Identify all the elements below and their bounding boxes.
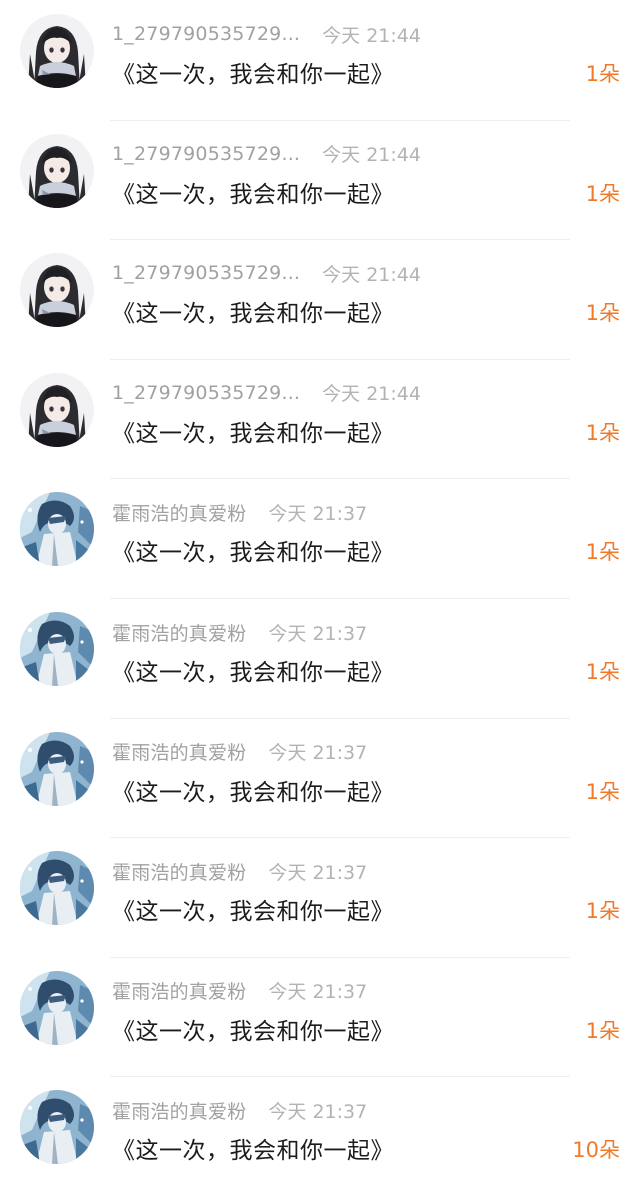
row-divider [110, 358, 570, 360]
message-text: 《这一次，我会和你一起》 [112, 660, 394, 686]
timestamp: 今天 21:37 [268, 1100, 368, 1123]
blue-anime-avatar [20, 970, 94, 1045]
timestamp: 今天 21:37 [268, 502, 368, 525]
gift-count: 1朵 [585, 420, 620, 445]
gift-count: 1朵 [585, 899, 620, 924]
list-item[interactable]: 霍雨浩的真爱粉 今天 21:37 《这一次，我会和你一起》 1朵 [0, 717, 640, 838]
timestamp: 今天 21:44 [322, 144, 421, 167]
username[interactable]: 霍雨浩的真爱粉 [112, 977, 246, 1004]
gift-count: 1朵 [585, 62, 620, 86]
timestamp: 今天 21:37 [268, 622, 368, 645]
list-item[interactable]: 霍雨浩的真爱粉 今天 21:37 《这一次，我会和你一起》 1朵 [0, 478, 640, 598]
username[interactable]: 霍雨浩的真爱粉 [112, 858, 246, 885]
gift-count: 1朵 [585, 660, 620, 684]
blue-anime-avatar [20, 492, 94, 567]
avatar[interactable] [20, 253, 94, 328]
timestamp: 今天 21:44 [322, 383, 421, 406]
row-divider [110, 837, 570, 839]
list-item[interactable]: 1_279790535729... 今天 21:44 《这一次，我会和你一起》 … [0, 239, 640, 359]
timestamp: 今天 21:44 [322, 24, 421, 47]
message-text: 《这一次，我会和你一起》 [112, 1018, 394, 1045]
row-divider [110, 1076, 570, 1078]
username[interactable]: 1_279790535729... [112, 382, 300, 404]
timestamp: 今天 21:37 [268, 981, 368, 1004]
list-item[interactable]: 1_279790535729... 今天 21:44 《这一次，我会和你一起》 … [0, 0, 640, 120]
message-text: 《这一次，我会和你一起》 [112, 420, 394, 447]
username[interactable]: 霍雨浩的真爱粉 [112, 1097, 246, 1124]
username[interactable]: 1_279790535729... [112, 23, 300, 45]
avatar[interactable] [20, 372, 94, 447]
gift-record-list: 1_279790535729... 今天 21:44 《这一次，我会和你一起》 … [0, 0, 640, 1173]
gift-count: 1朵 [585, 1018, 620, 1043]
blue-anime-avatar [20, 731, 94, 806]
row-divider [110, 478, 570, 480]
meta-line: 1_279790535729... 今天 21:44 [112, 259, 421, 287]
blue-anime-avatar [20, 851, 94, 926]
gift-count: 10朵 [572, 1138, 620, 1163]
message-text: 《这一次，我会和你一起》 [112, 540, 394, 567]
message-text: 《这一次，我会和你一起》 [112, 301, 394, 328]
avatar[interactable] [20, 970, 94, 1045]
meta-line: 霍雨浩的真爱粉 今天 21:37 [112, 498, 367, 526]
meta-line: 1_279790535729... 今天 21:44 [112, 140, 421, 168]
avatar[interactable] [20, 851, 94, 926]
list-item[interactable]: 1_279790535729... 今天 21:44 《这一次，我会和你一起》 … [0, 358, 640, 479]
meta-line: 霍雨浩的真爱粉 今天 21:37 [112, 977, 367, 1005]
avatar[interactable] [20, 14, 94, 88]
timestamp: 今天 21:37 [268, 861, 368, 884]
blue-anime-avatar [20, 1090, 94, 1165]
dark-hair-girl-avatar [20, 133, 94, 208]
list-item[interactable]: 霍雨浩的真爱粉 今天 21:37 《这一次，我会和你一起》 1朵 [0, 837, 640, 957]
message-text: 《这一次，我会和你一起》 [112, 899, 394, 926]
avatar[interactable] [20, 133, 94, 208]
row-divider [110, 717, 570, 719]
meta-line: 1_279790535729... 今天 21:44 [112, 379, 421, 407]
row-divider [110, 119, 570, 121]
row-divider [110, 598, 570, 599]
username[interactable]: 霍雨浩的真爱粉 [112, 499, 246, 526]
avatar[interactable] [20, 612, 94, 686]
list-item[interactable]: 霍雨浩的真爱粉 今天 21:37 《这一次，我会和你一起》 1朵 [0, 598, 640, 718]
meta-line: 1_279790535729... 今天 21:44 [112, 20, 421, 48]
gift-count: 1朵 [585, 301, 620, 326]
timestamp: 今天 21:37 [268, 742, 368, 765]
gift-count: 1朵 [585, 779, 620, 804]
message-text: 《这一次，我会和你一起》 [112, 1138, 394, 1165]
row-divider [110, 239, 570, 241]
message-text: 《这一次，我会和你一起》 [112, 181, 394, 208]
username[interactable]: 1_279790535729... [112, 143, 300, 165]
meta-line: 霍雨浩的真爱粉 今天 21:37 [112, 738, 367, 766]
list-item[interactable]: 霍雨浩的真爱粉 今天 21:37 《这一次，我会和你一起》 10朵 [0, 1076, 640, 1196]
gift-count: 1朵 [585, 540, 620, 565]
username[interactable]: 霍雨浩的真爱粉 [112, 619, 246, 646]
username[interactable]: 霍雨浩的真爱粉 [112, 738, 246, 765]
dark-hair-girl-avatar [20, 372, 94, 447]
avatar[interactable] [20, 492, 94, 567]
message-text: 《这一次，我会和你一起》 [112, 62, 394, 88]
message-text: 《这一次，我会和你一起》 [112, 779, 394, 806]
list-item[interactable]: 霍雨浩的真爱粉 今天 21:37 《这一次，我会和你一起》 1朵 [0, 956, 640, 1077]
username[interactable]: 1_279790535729... [112, 262, 300, 284]
meta-line: 霍雨浩的真爱粉 今天 21:37 [112, 618, 367, 646]
timestamp: 今天 21:44 [322, 263, 421, 286]
row-divider [110, 956, 570, 958]
gift-count: 1朵 [585, 181, 620, 206]
avatar[interactable] [20, 1090, 94, 1165]
blue-anime-avatar [20, 612, 94, 686]
list-item[interactable]: 1_279790535729... 今天 21:44 《这一次，我会和你一起》 … [0, 119, 640, 240]
dark-hair-girl-avatar [20, 14, 94, 88]
dark-hair-girl-avatar [20, 253, 94, 328]
meta-line: 霍雨浩的真爱粉 今天 21:37 [112, 857, 367, 885]
meta-line: 霍雨浩的真爱粉 今天 21:37 [112, 1096, 367, 1124]
avatar[interactable] [20, 731, 94, 806]
